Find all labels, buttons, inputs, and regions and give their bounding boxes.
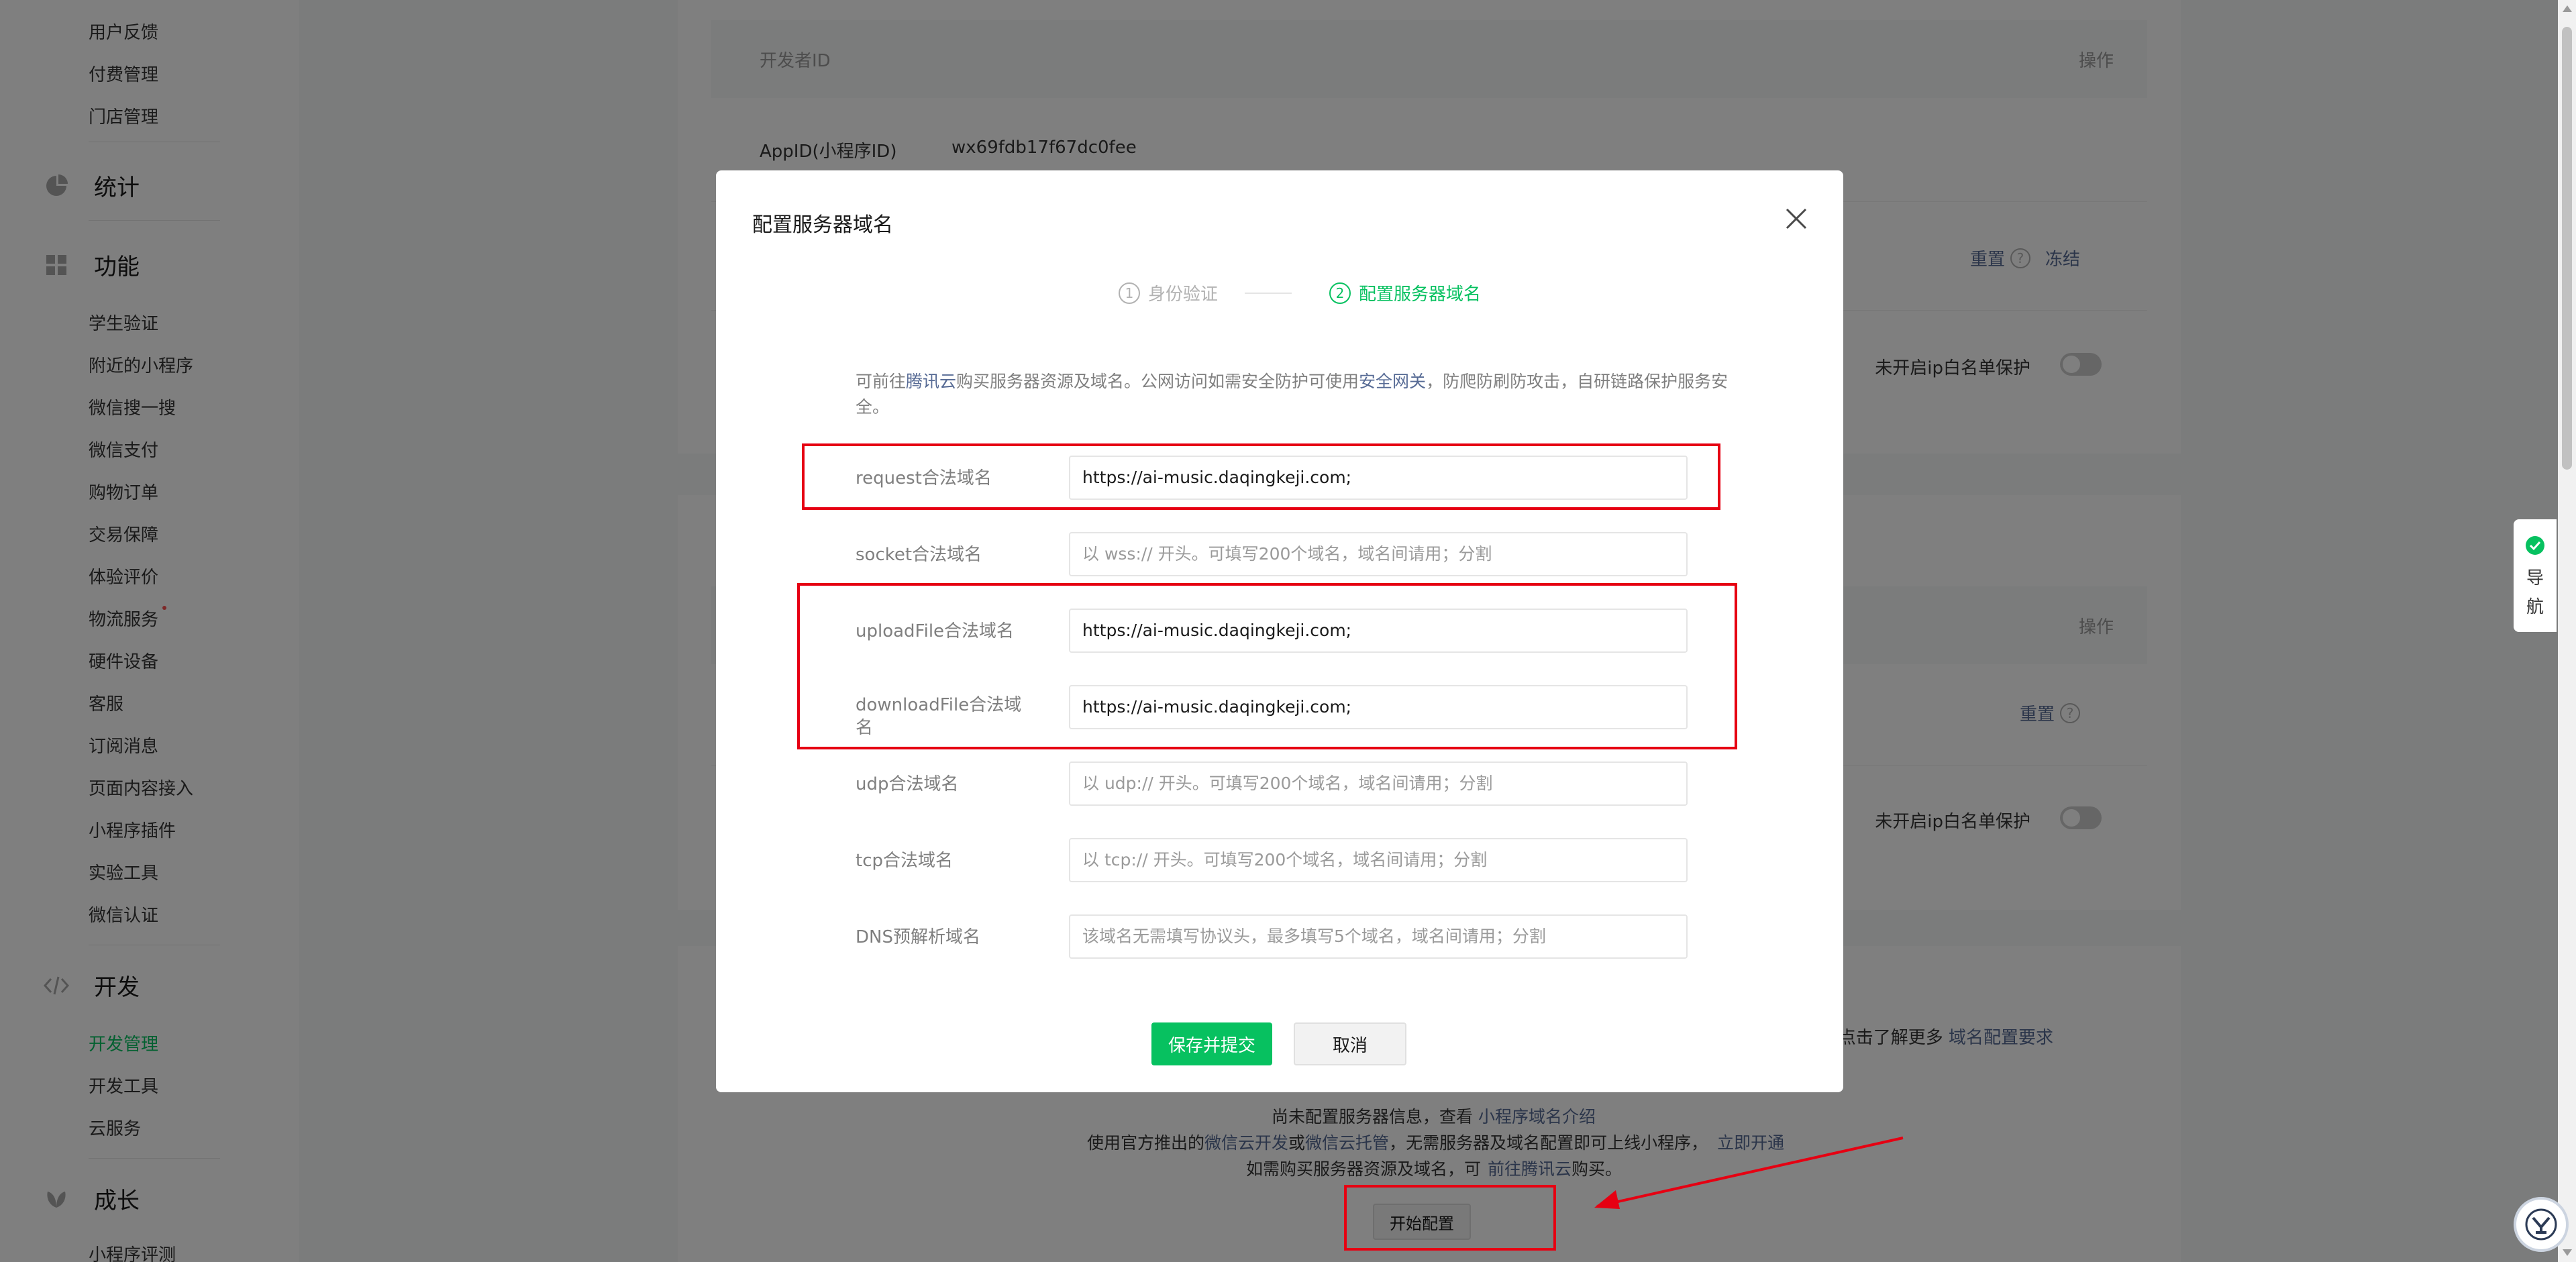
server-domain-dialog: 配置服务器域名 1 身份验证 2 配置服务器域名 可前往腾讯云购买服务器资源及域… [716,170,1843,1092]
step-connector [1245,292,1292,294]
upload-domain-label: uploadFile合法域名 [856,621,1015,641]
check-circle-icon [2525,535,2545,560]
tcp-domain-input[interactable]: 以 tcp:// 开头。可填写200个域名，域名间请用；分割 [1069,838,1688,882]
dns-prefetch-input[interactable]: 该域名无需填写协议头，最多填写5个域名，域名间请用；分割 [1069,914,1688,959]
save-submit-button[interactable]: 保存并提交 [1151,1022,1272,1065]
upload-domain-input[interactable]: https://ai-music.daqingkeji.com; [1069,609,1688,653]
scrollbar[interactable] [2558,0,2576,1262]
step-indicator: 1 身份验证 2 配置服务器域名 [1119,280,1481,305]
nav-label-char: 导 [2526,568,2544,588]
dns-prefetch-label: DNS预解析域名 [856,927,980,947]
dialog-title: 配置服务器域名 [752,213,893,237]
page-background: 用户反馈 付费管理 门店管理 统计 功能 学生验证 附近的小程序 微信搜一搜 微… [0,0,2576,1262]
scroll-down-icon[interactable] [2563,1249,2572,1256]
step-configure-domain: 2 配置服务器域名 [1329,280,1481,305]
step-number: 1 [1119,282,1140,304]
scroll-up-icon[interactable] [2563,5,2572,12]
step-number: 2 [1329,282,1351,304]
step-label: 配置服务器域名 [1359,284,1482,305]
request-domain-label: request合法域名 [856,468,992,488]
tencent-cloud-link[interactable]: 腾讯云 [906,372,956,391]
udp-domain-label: udp合法域名 [856,774,959,794]
close-icon[interactable] [1776,199,1816,239]
assistant-logo-icon[interactable] [2514,1197,2569,1252]
tcp-domain-label: tcp合法域名 [856,851,953,871]
nav-label-char: 航 [2526,597,2544,617]
security-gateway-link[interactable]: 安全网关 [1359,372,1426,391]
socket-domain-label: socket合法域名 [856,545,982,565]
udp-domain-input[interactable]: 以 udp:// 开头。可填写200个域名，域名间请用；分割 [1069,761,1688,806]
request-domain-input[interactable]: https://ai-music.daqingkeji.com; [1069,456,1688,500]
guide-nav-widget[interactable]: 导 航 [2514,519,2557,632]
cancel-button[interactable]: 取消 [1294,1022,1406,1065]
download-domain-label: downloadFile合法域名 [856,695,1022,738]
step-label: 身份验证 [1148,284,1219,305]
scroll-thumb[interactable] [2562,27,2572,470]
annotation-arrow [1594,1137,1904,1209]
step-identity: 1 身份验证 [1119,280,1218,305]
download-domain-input[interactable]: https://ai-music.daqingkeji.com; [1069,685,1688,729]
purchase-tip: 可前往腾讯云购买服务器资源及域名。公网访问如需安全防护可使用安全网关，防爬防刷防… [856,372,1729,417]
socket-domain-input[interactable]: 以 wss:// 开头。可填写200个域名，域名间请用；分割 [1069,532,1688,576]
